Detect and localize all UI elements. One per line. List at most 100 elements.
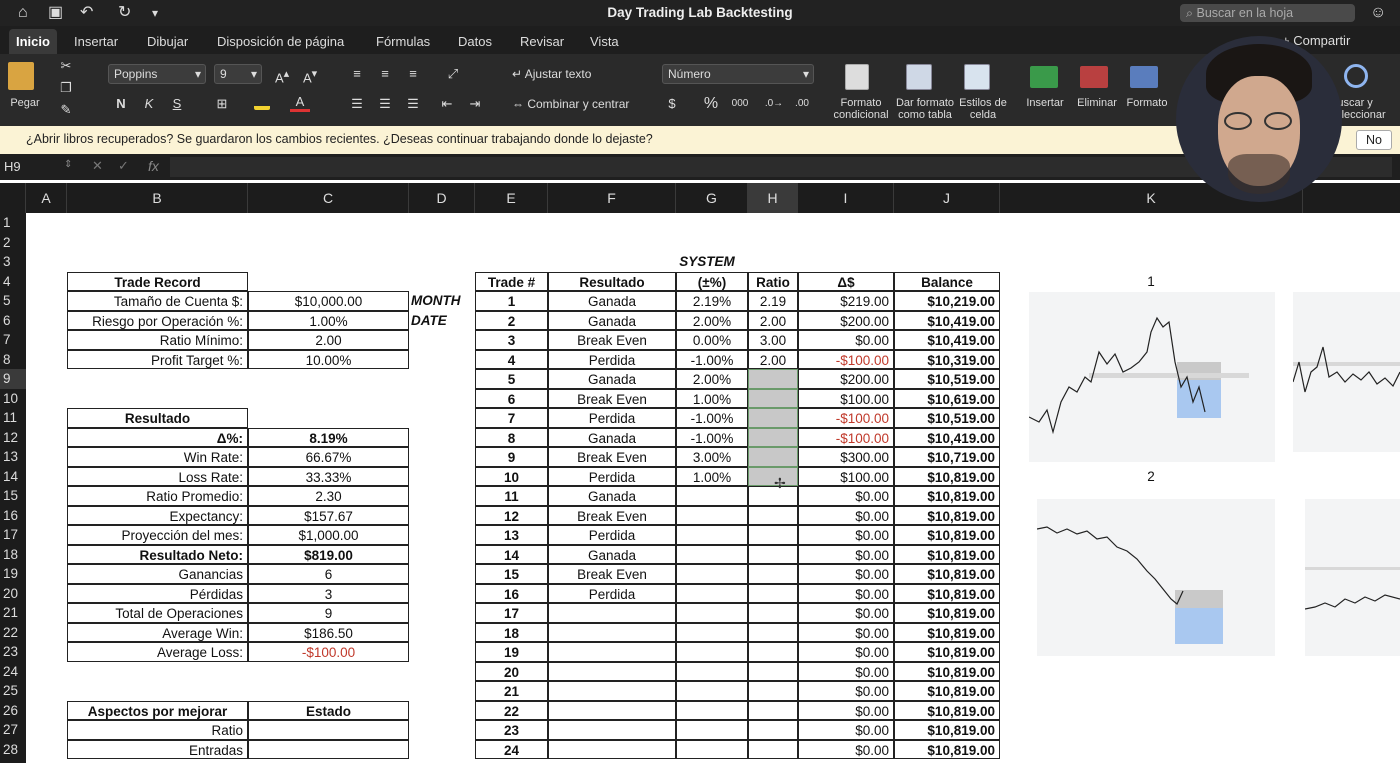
col-header-a[interactable]: A	[26, 183, 67, 213]
trade-delta[interactable]: $0.00	[798, 486, 894, 506]
trade-pct[interactable]	[676, 583, 748, 603]
merge-center-button[interactable]: ⇔ Combinar y centrar	[512, 94, 646, 114]
trade-number[interactable]: 14	[475, 544, 548, 564]
resultado-label[interactable]: Expectancy:	[67, 505, 248, 525]
resultado-value[interactable]: 6	[248, 564, 409, 584]
trade-ratio[interactable]: 3.00	[748, 330, 798, 350]
resultado-value[interactable]: 3	[248, 583, 409, 603]
trade-balance[interactable]: $10,819.00	[894, 739, 1000, 759]
row-header[interactable]: 7	[0, 330, 26, 350]
trade-ratio[interactable]	[748, 388, 798, 408]
trade-number[interactable]: 7	[475, 408, 548, 428]
resultado-value[interactable]: $819.00	[248, 544, 409, 564]
find-icon[interactable]	[1344, 64, 1368, 88]
resultado-label[interactable]: Δ%:	[67, 427, 248, 447]
resultado-label[interactable]: Resultado Neto:	[67, 544, 248, 564]
thousands-button[interactable]: 000	[728, 94, 752, 114]
row-header[interactable]: 8	[0, 350, 26, 370]
trade-result[interactable]: Ganada	[548, 544, 676, 564]
conditional-format-button[interactable]: Formato condicional	[830, 97, 892, 121]
trade-result[interactable]: Ganada	[548, 310, 676, 330]
resultado-label[interactable]: Proyección del mes:	[67, 525, 248, 545]
font-name-select[interactable]: Poppins ▾	[108, 64, 206, 84]
trade-balance[interactable]: $10,819.00	[894, 700, 1000, 720]
resultado-label[interactable]: Ratio Promedio:	[67, 486, 248, 506]
row-header[interactable]: 12	[0, 428, 26, 448]
trade-balance[interactable]: $10,819.00	[894, 544, 1000, 564]
trade-result[interactable]: Ganada	[548, 369, 676, 389]
trade-ratio[interactable]	[748, 622, 798, 642]
trade-result[interactable]: Break Even	[548, 505, 676, 525]
col-header-j[interactable]: J	[894, 183, 1000, 213]
trade-ratio[interactable]	[748, 720, 798, 740]
trade-delta[interactable]: $200.00	[798, 369, 894, 389]
cell-styles-button[interactable]: Estilos de celda	[958, 97, 1008, 121]
paste-label[interactable]: Pegar	[4, 97, 46, 109]
orientation-icon[interactable]: ⤢	[440, 64, 466, 84]
insert-cells-icon[interactable]	[1030, 66, 1058, 88]
col-header-c[interactable]: C	[248, 183, 409, 213]
align-right-icon[interactable]: ☰	[402, 94, 424, 114]
estado-ratio[interactable]	[248, 720, 409, 740]
trade-result[interactable]: Break Even	[548, 388, 676, 408]
align-center-icon[interactable]: ☰	[374, 94, 396, 114]
trade-number[interactable]: 2	[475, 310, 548, 330]
th-pct[interactable]: (±%)	[676, 271, 748, 291]
trade-number[interactable]: 21	[475, 681, 548, 701]
trade-ratio[interactable]	[748, 642, 798, 662]
trade-number[interactable]: 6	[475, 388, 548, 408]
trade-result[interactable]: Break Even	[548, 447, 676, 467]
cell-styles-icon[interactable]	[964, 64, 990, 90]
trade-ratio[interactable]	[748, 661, 798, 681]
trade-ratio[interactable]	[748, 681, 798, 701]
trade-delta[interactable]: $0.00	[798, 330, 894, 350]
trade-balance[interactable]: $10,819.00	[894, 583, 1000, 603]
trade-pct[interactable]: -1.00%	[676, 408, 748, 428]
trade-result[interactable]	[548, 720, 676, 740]
col-header-g[interactable]: G	[676, 183, 748, 213]
trade-delta[interactable]: $0.00	[798, 642, 894, 662]
trade-ratio[interactable]	[748, 739, 798, 759]
tab-revisar[interactable]: Revisar	[520, 34, 564, 49]
trade-delta[interactable]: $0.00	[798, 661, 894, 681]
trade-balance[interactable]: $10,619.00	[894, 388, 1000, 408]
trade-ratio[interactable]	[748, 427, 798, 447]
resultado-value[interactable]: 66.67%	[248, 447, 409, 467]
trade-delta[interactable]: -$100.00	[798, 349, 894, 369]
trade-ratio[interactable]	[748, 408, 798, 428]
trade-ratio[interactable]: 2.00	[748, 349, 798, 369]
trade-record-label[interactable]: Profit Target %:	[67, 349, 248, 369]
trade-balance[interactable]: $10,719.00	[894, 447, 1000, 467]
trade-ratio[interactable]	[748, 466, 798, 486]
resultado-value[interactable]: 2.30	[248, 486, 409, 506]
font-color-icon[interactable]: A	[290, 92, 310, 112]
spreadsheet-grid[interactable]: Trade Record Tamaño de Cuenta $: $10,000.…	[26, 213, 1400, 763]
trade-result[interactable]: Ganada	[548, 427, 676, 447]
trade-pct[interactable]	[676, 525, 748, 545]
delete-cells-icon[interactable]	[1080, 66, 1108, 88]
trade-pct[interactable]: -1.00%	[676, 427, 748, 447]
resultado-value[interactable]: $186.50	[248, 622, 409, 642]
trade-delta[interactable]: $200.00	[798, 310, 894, 330]
align-middle-icon[interactable]: ≡	[374, 64, 396, 84]
currency-button[interactable]: $	[664, 94, 680, 114]
trade-pct[interactable]: 3.00%	[676, 447, 748, 467]
trade-pct[interactable]	[676, 505, 748, 525]
trade-number[interactable]: 23	[475, 720, 548, 740]
estado-header[interactable]: Estado	[248, 700, 409, 720]
trade-delta[interactable]: $0.00	[798, 681, 894, 701]
trade-result[interactable]	[548, 739, 676, 759]
resultado-label[interactable]: Average Win:	[67, 622, 248, 642]
trade-balance[interactable]: $10,819.00	[894, 622, 1000, 642]
trade-result[interactable]: Perdida	[548, 349, 676, 369]
resultado-value[interactable]: $1,000.00	[248, 525, 409, 545]
trade-number[interactable]: 13	[475, 525, 548, 545]
aspecto-ratio[interactable]: Ratio	[67, 720, 248, 740]
row-header[interactable]: 10	[0, 389, 26, 409]
trade-number[interactable]: 3	[475, 330, 548, 350]
trade-pct[interactable]	[676, 544, 748, 564]
insert-cells-button[interactable]: Insertar	[1020, 97, 1070, 109]
tab-insertar[interactable]: Insertar	[74, 34, 118, 49]
row-header[interactable]: 1	[0, 213, 26, 233]
trade-number[interactable]: 24	[475, 739, 548, 759]
